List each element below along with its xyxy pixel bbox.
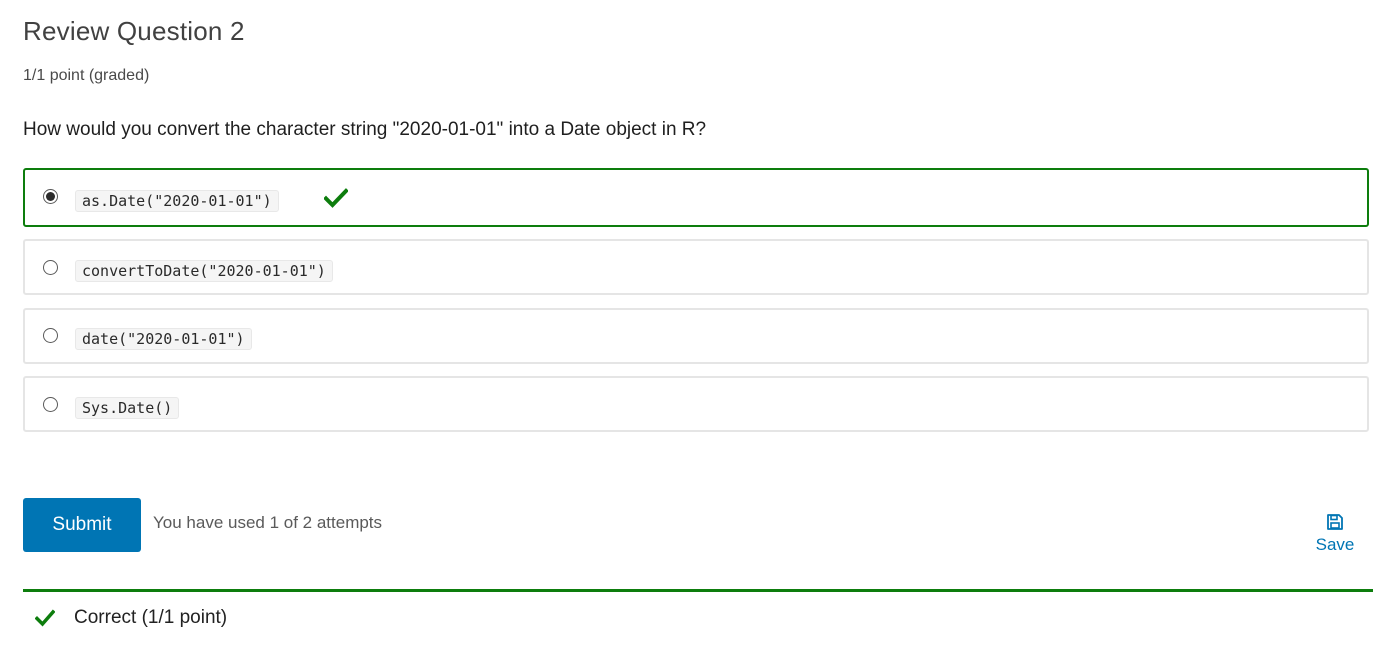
check-icon [35,609,55,627]
choice-code-3: date("2020-01-01") [75,328,252,350]
choice-radio-4[interactable] [43,397,58,412]
points-label: 1/1 point (graded) [23,67,150,84]
choice-option-3[interactable]: date("2020-01-01") [23,308,1369,364]
save-label: Save [1315,535,1355,554]
choice-code-4: Sys.Date() [75,397,180,419]
choice-radio-1[interactable] [43,189,58,204]
question-text: How would you convert the character stri… [23,119,707,140]
page-title: Review Question 2 [23,16,245,46]
choice-code-2: convertToDate("2020-01-01") [75,260,333,282]
choice-option-4[interactable]: Sys.Date() [23,376,1369,432]
choice-code-1: as.Date("2020-01-01") [75,190,279,212]
check-icon [324,188,348,208]
choice-radio-3[interactable] [43,328,58,343]
feedback-message: Correct (1/1 point) [74,607,228,628]
feedback-banner: Correct (1/1 point) [23,589,1373,652]
floppy-disk-icon [1327,514,1343,530]
choice-option-1[interactable]: as.Date("2020-01-01") [23,168,1369,227]
choice-option-2[interactable]: convertToDate("2020-01-01") [23,239,1369,295]
save-button[interactable]: Save [1305,513,1365,563]
submit-button[interactable]: Submit [23,498,141,552]
attempts-text: You have used 1 of 2 attempts [153,513,383,532]
choice-radio-2[interactable] [43,260,58,275]
